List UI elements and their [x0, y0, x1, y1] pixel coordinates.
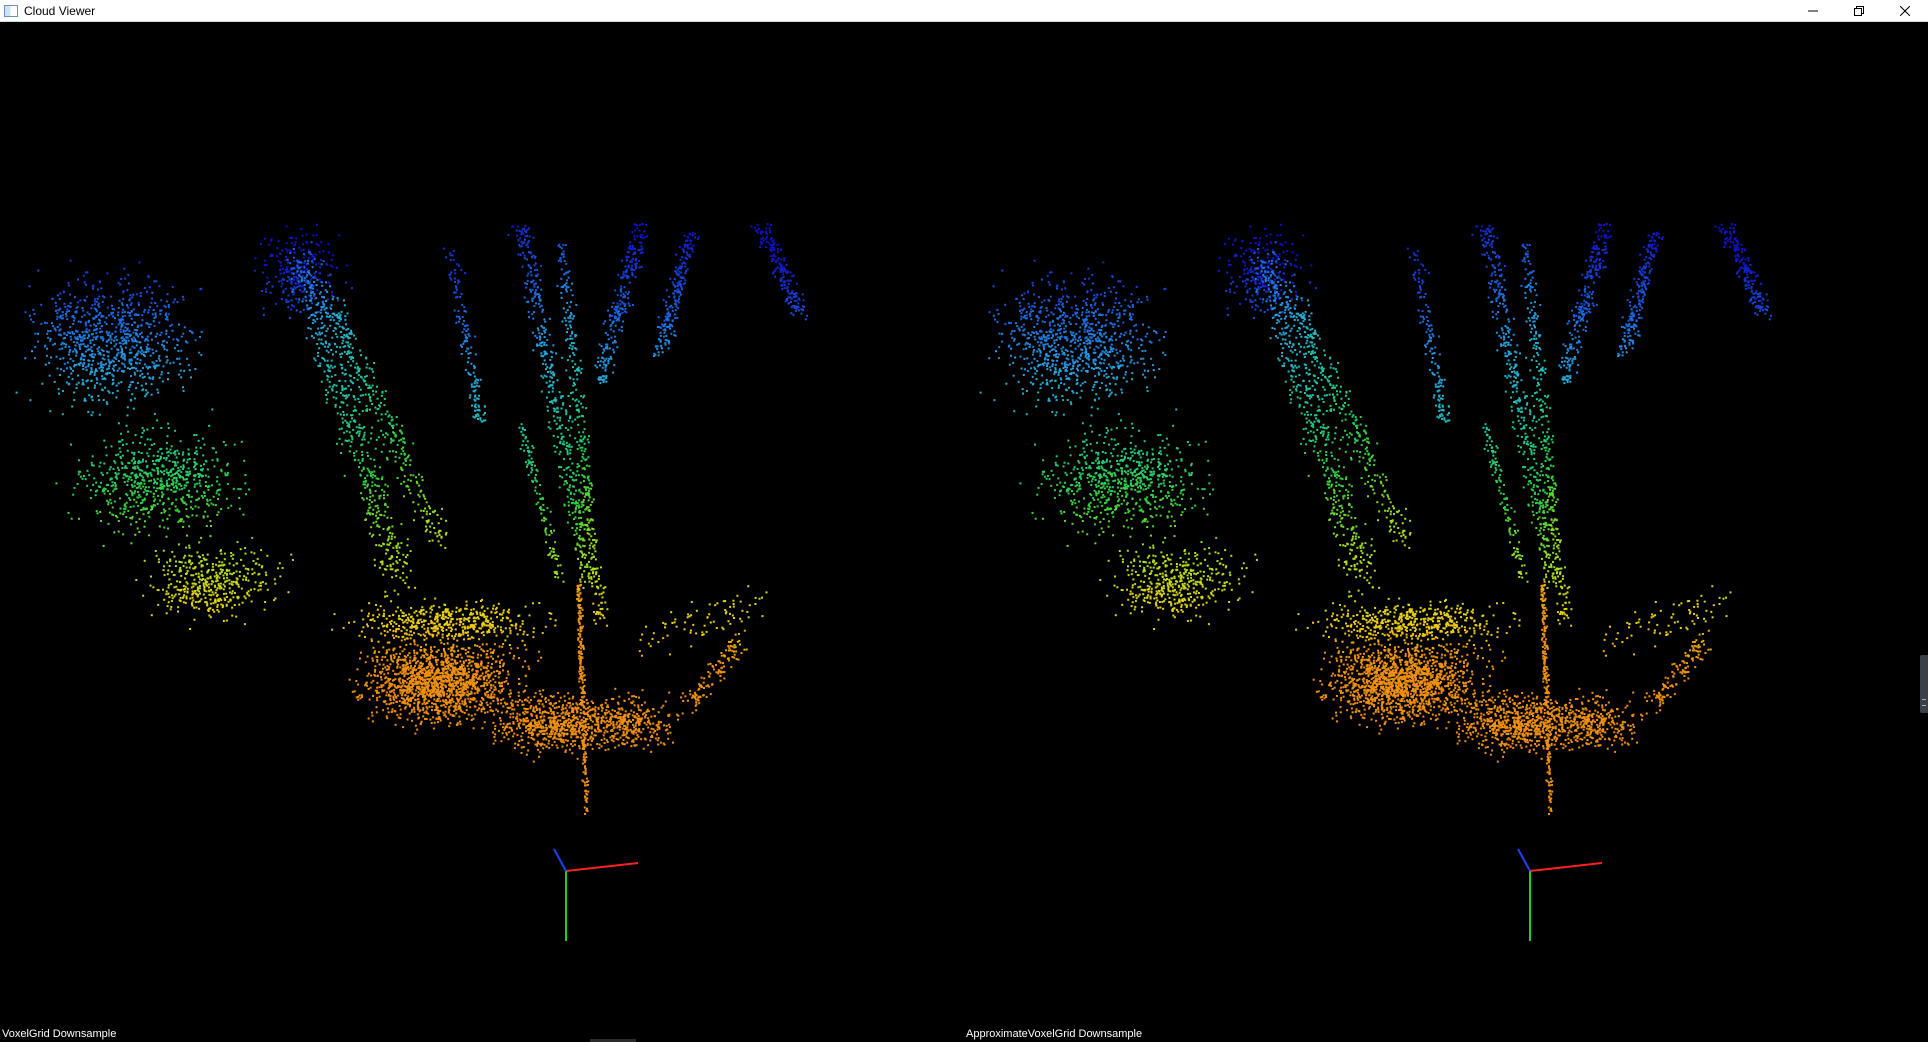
minimize-button[interactable]: [1790, 0, 1836, 22]
side-scroll-handle[interactable]: [1920, 655, 1928, 713]
coordinate-axes-icon: [1517, 848, 1603, 941]
x-axis-line: [1529, 862, 1603, 872]
restore-button[interactable]: [1836, 0, 1882, 22]
render-viewport[interactable]: VoxelGrid Downsample ApproximateVoxelGri…: [0, 22, 1928, 1042]
close-icon: [1900, 6, 1910, 16]
window-title: Cloud Viewer: [24, 3, 96, 18]
x-axis-line: [565, 862, 639, 872]
viewport-label: VoxelGrid Downsample: [2, 1028, 117, 1040]
window-app-icon: [4, 4, 18, 17]
grip-icon: [1922, 699, 1926, 706]
viewport-voxelgrid[interactable]: VoxelGrid Downsample: [0, 22, 964, 1042]
viewport-approximate-voxelgrid[interactable]: ApproximateVoxelGrid Downsample: [964, 22, 1928, 1042]
restore-icon: [1854, 6, 1864, 16]
z-axis-line: [553, 848, 567, 872]
title-bar: Cloud Viewer: [0, 0, 1928, 22]
viewport-label: ApproximateVoxelGrid Downsample: [966, 1028, 1143, 1040]
close-button[interactable]: [1882, 0, 1928, 22]
minimize-icon: [1808, 10, 1818, 12]
z-axis-line: [1517, 848, 1531, 872]
window-controls: [1790, 0, 1928, 22]
coordinate-axes-icon: [553, 848, 639, 941]
